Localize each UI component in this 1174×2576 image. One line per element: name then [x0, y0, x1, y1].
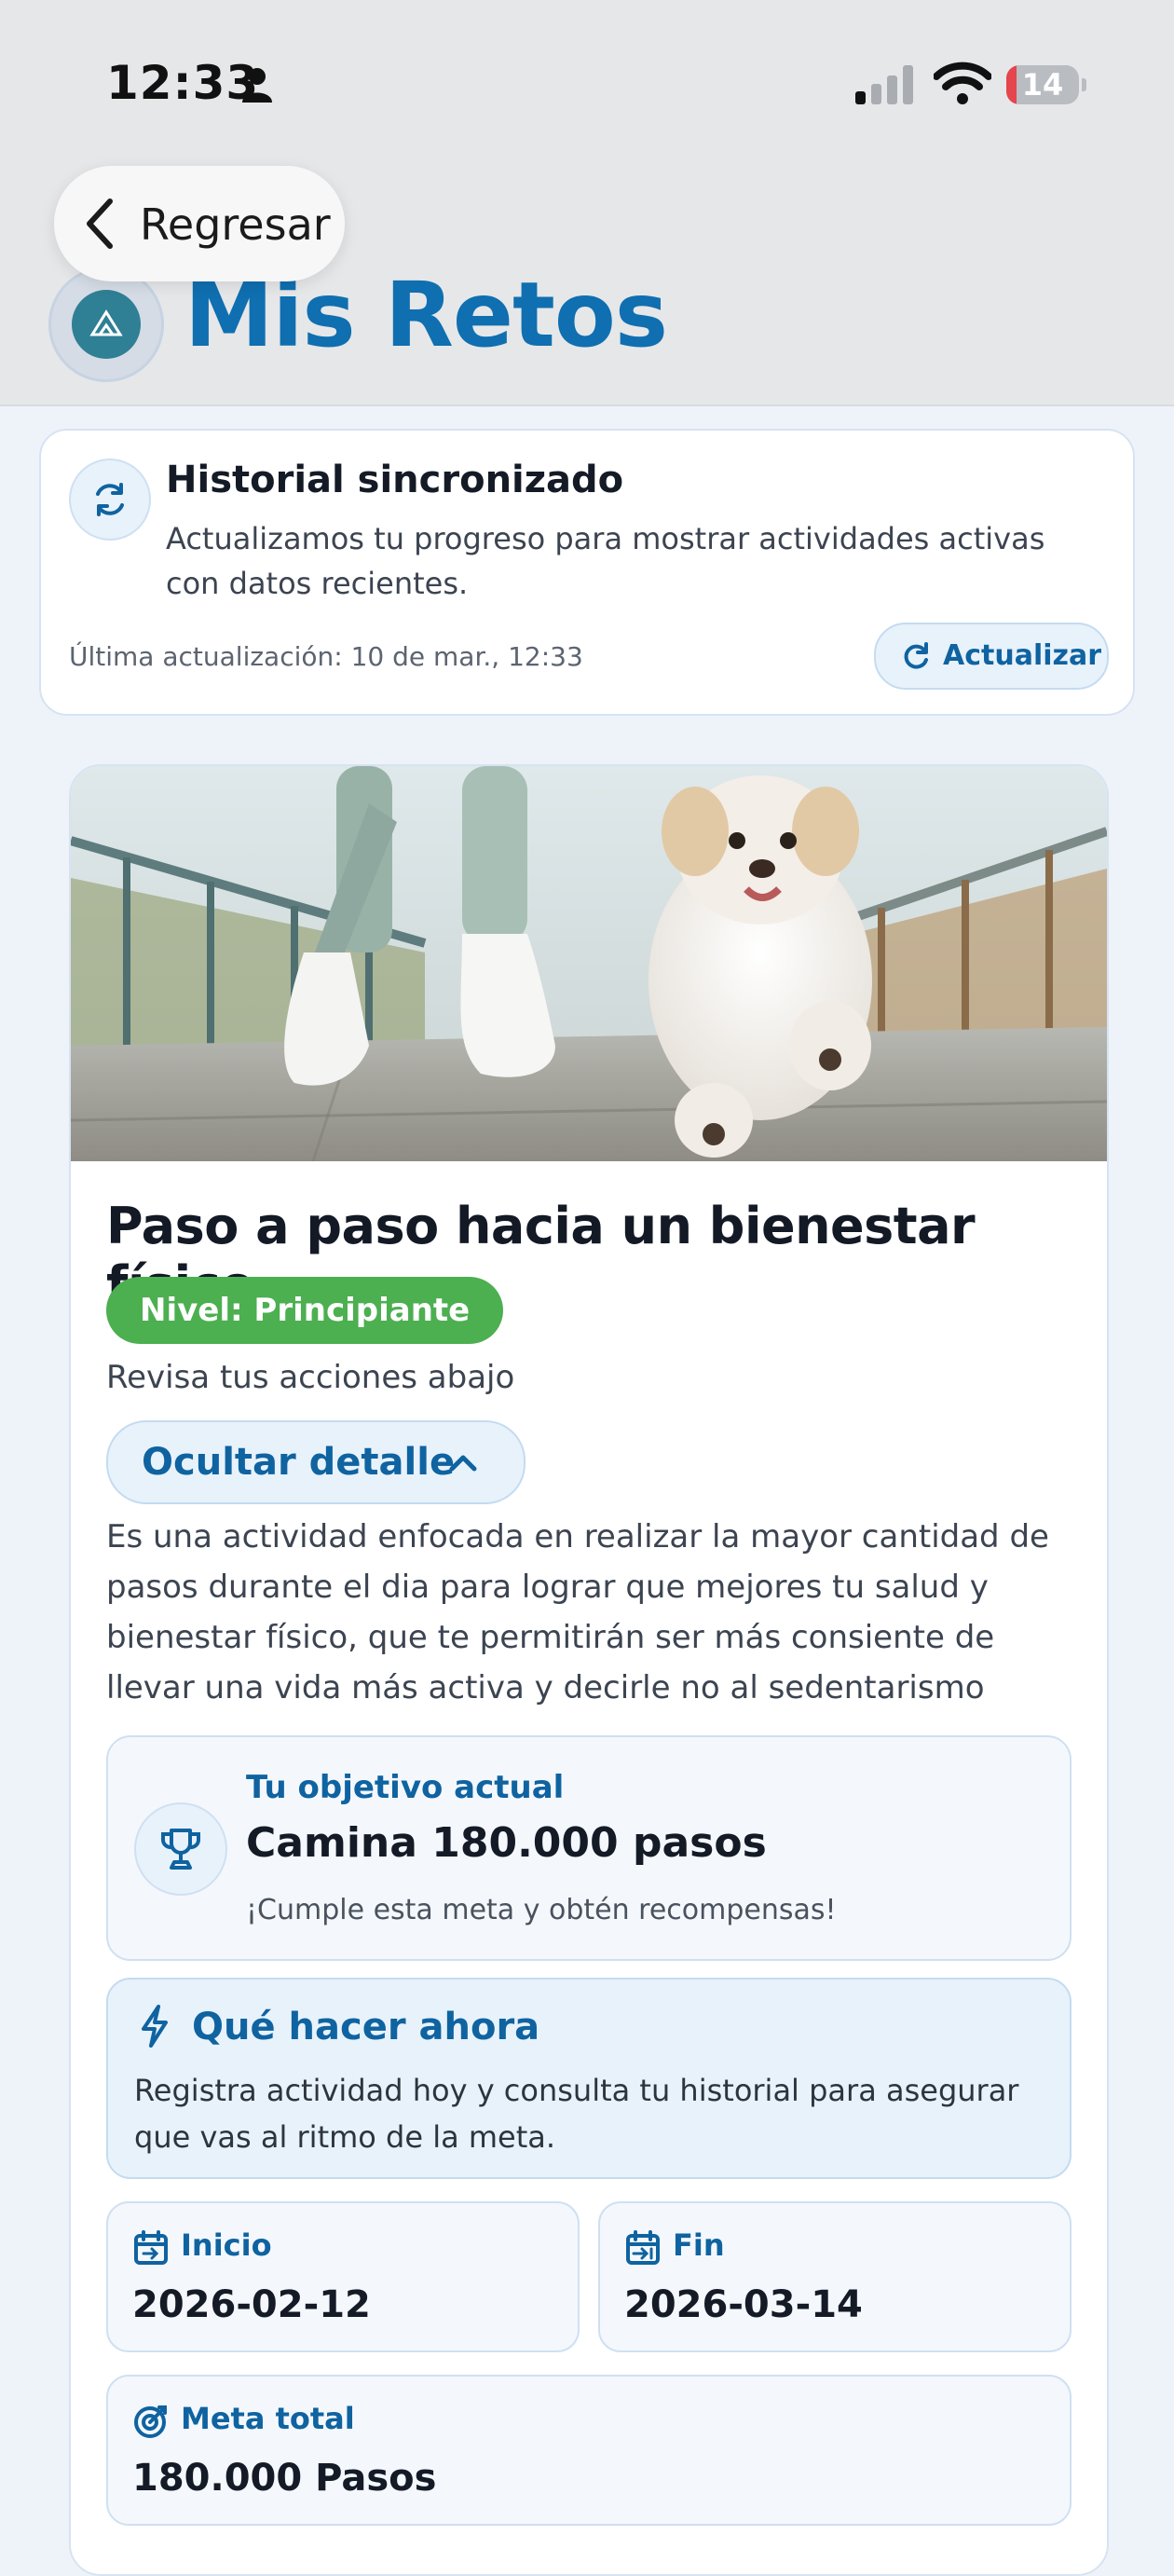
sync-status-card: Historial sincronizado Actualizamos tu p… — [39, 429, 1135, 716]
app-header: 12:33 14 Mis Retos Regresar — [0, 0, 1174, 406]
refresh-button[interactable]: Actualizar — [874, 623, 1109, 690]
bolt-icon — [142, 2005, 168, 2048]
signal-icon — [855, 65, 913, 104]
objective-value: Camina 180.000 pasos — [246, 1819, 767, 1867]
toggle-detail-label: Ocultar detalle — [142, 1441, 456, 1484]
sync-icon — [69, 459, 151, 541]
back-label: Regresar — [140, 199, 331, 250]
challenge-card[interactable]: Paso a paso hacia un bienestar físico Ni… — [69, 764, 1109, 2576]
mountain-icon — [89, 309, 123, 336]
back-button[interactable]: Regresar — [54, 166, 345, 281]
end-date-label: Fin — [673, 2227, 725, 2263]
sync-description: Actualizamos tu progreso para mostrar ac… — [166, 521, 1045, 601]
objective-box: Tu objetivo actual Camina 180.000 pasos … — [106, 1735, 1072, 1961]
battery-indicator: 14 — [1006, 65, 1086, 104]
calendar-start-icon — [134, 2230, 168, 2265]
challenge-image — [71, 766, 1107, 1161]
battery-level: 14 — [1021, 67, 1064, 103]
objective-note: ¡Cumple esta meta y obtén recompensas! — [246, 1894, 837, 1926]
chevron-up-icon — [449, 1455, 477, 1472]
app-logo — [48, 267, 164, 382]
wifi-icon — [934, 62, 991, 104]
chevron-left-icon — [87, 199, 113, 249]
sync-title: Historial sincronizado — [166, 459, 624, 501]
next-action-title: Qué hacer ahora — [192, 2006, 540, 2048]
refresh-label: Actualizar — [943, 639, 1102, 672]
next-action-description: Registra actividad hoy y consulta tu his… — [134, 2073, 1019, 2155]
status-time: 12:33 — [106, 56, 260, 110]
start-date-value: 2026-02-12 — [132, 2283, 371, 2326]
review-text: Revisa tus acciones abajo — [106, 1359, 515, 1396]
start-date-label: Inicio — [181, 2227, 272, 2263]
total-goal-value: 180.000 Pasos — [132, 2457, 437, 2500]
objective-label: Tu objetivo actual — [246, 1769, 565, 1806]
start-date-box: Inicio 2026-02-12 — [106, 2201, 580, 2352]
calendar-end-icon — [626, 2230, 660, 2265]
challenge-description: Es una actividad enfocada en realizar la… — [106, 1518, 1049, 1706]
refresh-icon — [904, 642, 928, 669]
total-goal-box: Meta total 180.000 Pasos — [106, 2375, 1072, 2526]
trophy-icon — [134, 1802, 227, 1896]
level-badge: Nivel: Principiante — [106, 1277, 504, 1344]
end-date-box: Fin 2026-03-14 — [598, 2201, 1072, 2352]
end-date-value: 2026-03-14 — [624, 2283, 863, 2326]
target-icon — [134, 2405, 167, 2438]
person-icon — [242, 68, 272, 103]
next-action-box: Qué hacer ahora Registra actividad hoy y… — [106, 1978, 1072, 2179]
last-update-text: Última actualización: 10 de mar., 12:33 — [69, 641, 583, 672]
total-goal-label: Meta total — [181, 2401, 355, 2436]
toggle-detail-button[interactable]: Ocultar detalle — [106, 1420, 526, 1504]
status-bar: 12:33 14 — [0, 0, 1174, 168]
